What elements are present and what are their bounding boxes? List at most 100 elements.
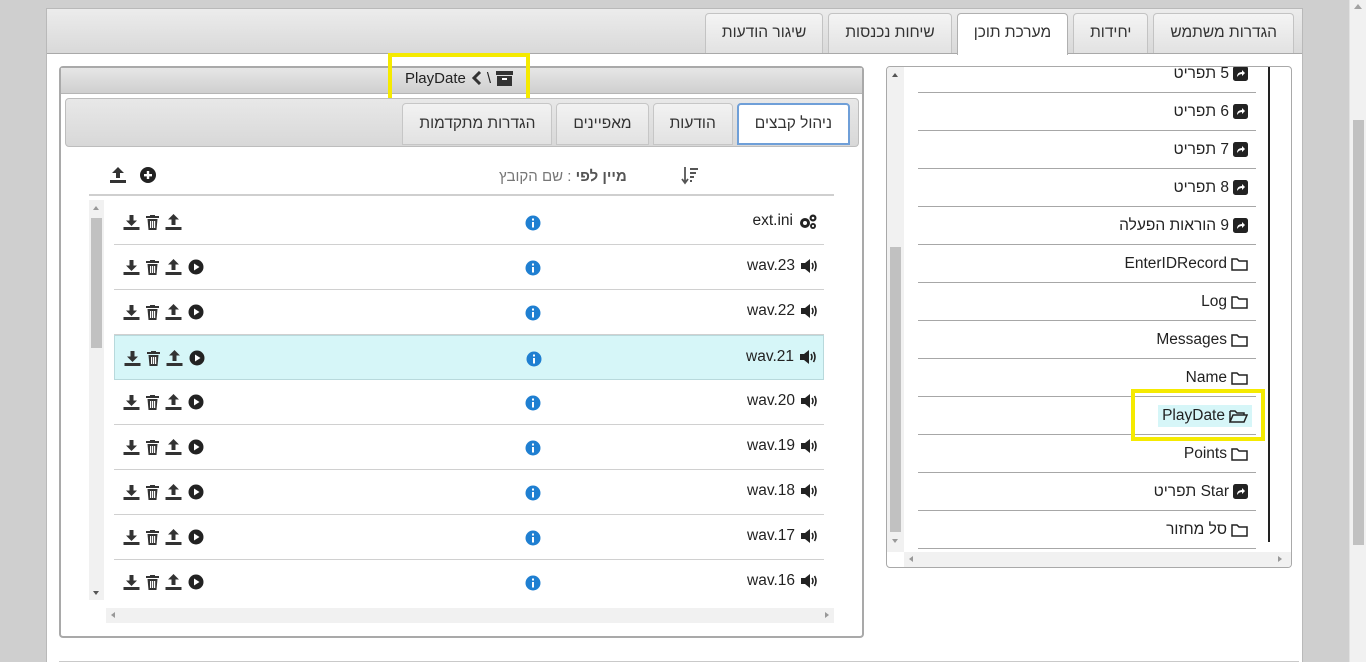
scroll-up-arrow[interactable] [892, 73, 898, 77]
tree-scroll-thumb[interactable] [890, 247, 901, 532]
file-row[interactable]: wav.17 [114, 515, 824, 560]
upload-icon[interactable] [165, 304, 182, 320]
file-name[interactable]: wav.23 [747, 257, 818, 275]
file-list-scroll-thumb[interactable] [91, 218, 102, 348]
download-icon[interactable] [123, 439, 140, 455]
tab-0[interactable]: הגדרות משתמש [1153, 13, 1294, 53]
tree-item[interactable]: 6 תפריט [918, 93, 1256, 131]
file-row[interactable]: wav.18 [114, 470, 824, 515]
tree-item-label[interactable]: Star תפריט [1150, 481, 1252, 503]
file-name[interactable]: wav.21 [746, 348, 817, 366]
play-icon[interactable] [188, 304, 204, 320]
tree-item-label[interactable]: Name [1182, 367, 1252, 389]
scroll-down-arrow[interactable] [892, 539, 898, 543]
info-icon[interactable] [525, 305, 541, 321]
scroll-left-arrow[interactable] [909, 556, 913, 562]
scroll-up-arrow[interactable] [1354, 4, 1362, 9]
tree-item-label[interactable]: סל מחזור [1162, 519, 1252, 541]
file-name[interactable]: wav.16 [747, 572, 818, 590]
tree-item-label[interactable]: 9 הוראות הפעלה [1115, 215, 1252, 237]
download-icon[interactable] [123, 214, 140, 230]
file-name[interactable]: ext.ini [753, 212, 819, 230]
file-row[interactable]: wav.20 [114, 380, 824, 425]
tree-item[interactable]: 8 תפריט [918, 169, 1256, 207]
file-row[interactable]: ext.ini [114, 200, 824, 245]
tree-item-label[interactable]: 6 תפריט [1169, 101, 1252, 123]
tree-item[interactable]: 9 הוראות הפעלה [918, 207, 1256, 245]
play-icon[interactable] [188, 574, 204, 590]
info-icon[interactable] [525, 575, 541, 591]
tree-item-label[interactable]: Points [1180, 443, 1252, 465]
trash-icon[interactable] [146, 529, 159, 545]
upload-icon[interactable] [165, 439, 182, 455]
scroll-up-arrow[interactable] [93, 206, 99, 210]
file-row[interactable]: wav.19 [114, 425, 824, 470]
subtab-3[interactable]: הגדרות מתקדמות [402, 103, 553, 145]
tree-item-label[interactable]: 7 תפריט [1169, 139, 1252, 161]
download-icon[interactable] [123, 304, 140, 320]
page-scrollbar[interactable] [1349, 0, 1366, 662]
download-icon[interactable] [123, 259, 140, 275]
upload-icon[interactable] [165, 394, 182, 410]
chevron-left-icon[interactable] [471, 71, 482, 85]
file-name[interactable]: wav.17 [747, 527, 818, 545]
file-row[interactable]: wav.21 [114, 335, 824, 380]
file-row[interactable]: wav.16 [114, 560, 824, 600]
file-name[interactable]: wav.20 [747, 392, 818, 410]
tree-hscrollbar[interactable] [904, 552, 1291, 567]
info-icon[interactable] [525, 440, 541, 456]
play-icon[interactable] [188, 484, 204, 500]
play-icon[interactable] [188, 529, 204, 545]
trash-icon[interactable] [146, 259, 159, 275]
upload-icon[interactable] [109, 166, 127, 184]
scroll-right-arrow[interactable] [825, 612, 829, 618]
tree-item[interactable]: Messages [918, 321, 1256, 359]
sort-label[interactable]: מיין לפי : שם הקובץ [499, 168, 627, 185]
tree-item[interactable]: Log [918, 283, 1256, 321]
info-icon[interactable] [525, 485, 541, 501]
breadcrumb-folder[interactable]: PlayDate [405, 70, 466, 87]
tab-4[interactable]: שיגור הודעות [704, 13, 824, 53]
play-icon[interactable] [188, 394, 204, 410]
archive-icon[interactable] [496, 70, 514, 86]
upload-icon[interactable] [165, 529, 182, 545]
info-icon[interactable] [525, 260, 541, 276]
trash-icon[interactable] [146, 394, 159, 410]
tree-item[interactable]: 5 תפריט [918, 67, 1256, 93]
upload-icon[interactable] [165, 259, 182, 275]
download-icon[interactable] [124, 350, 141, 366]
page-scroll-thumb[interactable] [1353, 120, 1364, 545]
subtab-0[interactable]: ניהול קבצים [736, 103, 850, 145]
tree-item-label[interactable]: Messages [1152, 329, 1252, 351]
tree-item-label[interactable]: Log [1197, 291, 1252, 313]
tab-2[interactable]: מערכת תוכן [956, 13, 1069, 55]
upload-icon[interactable] [165, 214, 182, 230]
file-name[interactable]: wav.18 [747, 482, 818, 500]
scroll-down-arrow[interactable] [93, 591, 99, 595]
file-name[interactable]: wav.19 [747, 437, 818, 455]
tree-item[interactable]: 7 תפריט [918, 131, 1256, 169]
tree-item[interactable]: סל מחזור [918, 511, 1256, 549]
tree-item[interactable]: Star תפריט [918, 473, 1256, 511]
info-icon[interactable] [525, 215, 541, 231]
play-icon[interactable] [189, 350, 205, 366]
add-circle-icon[interactable] [139, 166, 157, 184]
info-icon[interactable] [526, 351, 542, 367]
file-name[interactable]: wav.22 [747, 302, 818, 320]
download-icon[interactable] [123, 574, 140, 590]
tree-item-label[interactable]: 8 תפריט [1169, 177, 1252, 199]
tree-item-label[interactable]: EnterIDRecord [1120, 253, 1252, 275]
download-icon[interactable] [123, 394, 140, 410]
subtab-2[interactable]: מאפיינים [556, 103, 649, 145]
tab-3[interactable]: שיחות נכנסות [828, 13, 952, 53]
file-list-hscrollbar[interactable] [106, 608, 834, 623]
trash-icon[interactable] [146, 439, 159, 455]
info-icon[interactable] [525, 395, 541, 411]
info-icon[interactable] [525, 530, 541, 546]
file-row[interactable]: wav.23 [114, 245, 824, 290]
upload-icon[interactable] [165, 484, 182, 500]
tree-scrollbar[interactable] [887, 67, 904, 552]
tab-1[interactable]: יחידות [1073, 13, 1149, 53]
scroll-right-arrow[interactable] [1278, 556, 1282, 562]
scroll-left-arrow[interactable] [111, 612, 115, 618]
